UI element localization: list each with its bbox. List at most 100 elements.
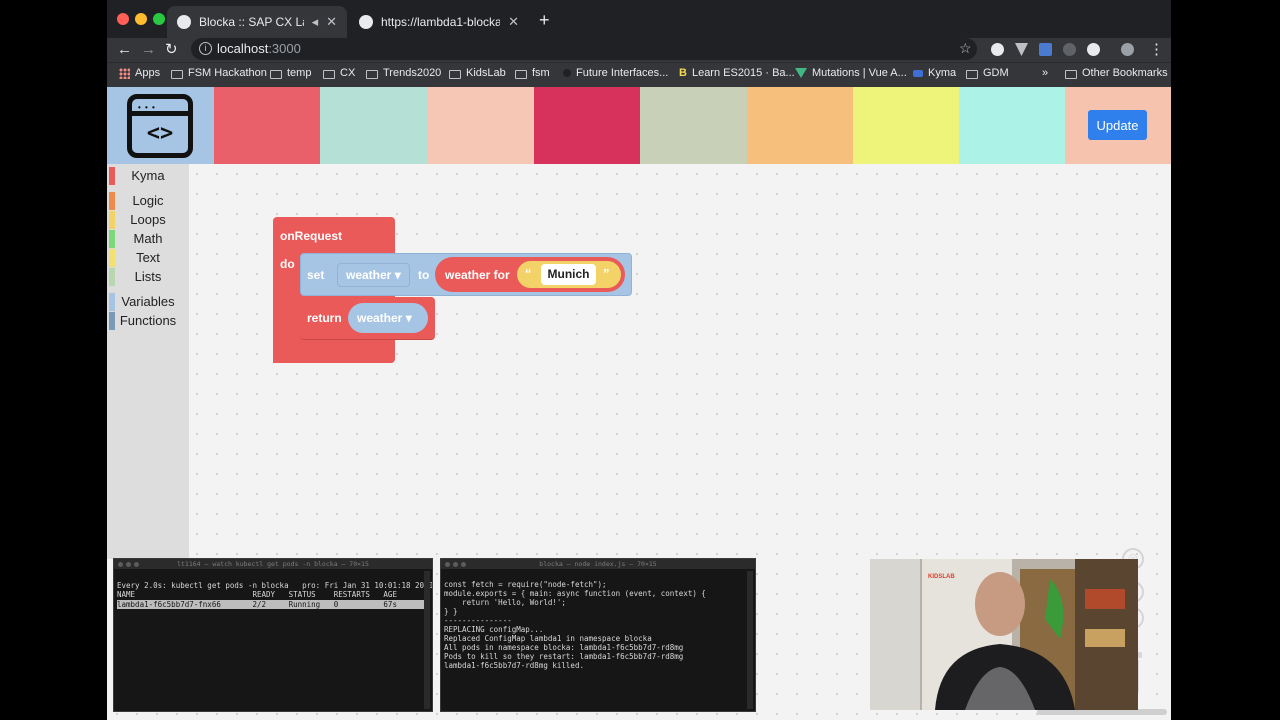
- extension-icon[interactable]: [991, 43, 1004, 56]
- category-label: Kyma: [131, 168, 165, 183]
- category-label: Loops: [130, 212, 166, 227]
- page-icon: [563, 69, 571, 77]
- globe-icon: [359, 15, 373, 29]
- close-tab-icon[interactable]: ✕: [508, 14, 519, 30]
- bookmark-temp[interactable]: temp: [270, 67, 311, 79]
- terminal-line: Pods to kill so they restart: lambda1-f6…: [444, 652, 684, 661]
- weather-for-block[interactable]: weather for “ Munich ”: [435, 257, 625, 292]
- bookmark-trends2020[interactable]: Trends2020: [366, 67, 441, 79]
- category-label: Math: [133, 231, 163, 246]
- tab-label: https://lambda1-blocka.flumen: [381, 15, 501, 29]
- terminal-line: REPLACING configMap...: [444, 625, 544, 634]
- reload-icon[interactable]: ↻: [165, 40, 178, 60]
- variable-getter-block[interactable]: weather ▾: [348, 303, 428, 333]
- bookmark-overflow[interactable]: »: [1042, 67, 1048, 79]
- terminal-titlebar: lt1164 — watch kubectl get pods -n block…: [114, 559, 432, 569]
- toolbox-category-math[interactable]: Math: [107, 230, 189, 248]
- category-swatch: [109, 192, 115, 210]
- text-input[interactable]: Munich: [541, 264, 596, 285]
- bookmark-label: fsm: [532, 67, 550, 79]
- webcam-frame: [870, 559, 1138, 710]
- close-quote-icon: ”: [603, 266, 610, 281]
- terminal-line: All pods in namespace blocka: lambda1-f6…: [444, 643, 684, 652]
- color-stripe: [853, 87, 959, 164]
- update-button[interactable]: Update: [1088, 110, 1147, 140]
- menu-icon[interactable]: ⋮: [1149, 40, 1164, 60]
- toolbox-category-loops[interactable]: Loops: [107, 211, 189, 229]
- bookmark-mutations-vue[interactable]: Mutations | Vue A...: [795, 67, 907, 79]
- close-tab-icon[interactable]: ✕: [326, 14, 337, 30]
- info-icon[interactable]: i: [199, 42, 212, 55]
- vue-devtools-icon[interactable]: [1015, 43, 1028, 56]
- chevron-down-icon: ▾: [394, 268, 401, 282]
- bookmark-kidslab[interactable]: KidsLab: [449, 67, 506, 79]
- bookmark-gdm[interactable]: GDM: [966, 67, 1009, 79]
- tab-blocka[interactable]: Blocka :: SAP CX Labs ◂ ✕: [167, 6, 347, 38]
- category-swatch: [109, 312, 115, 330]
- bookmark-apps[interactable]: Apps: [119, 67, 160, 79]
- set-label: set: [307, 268, 325, 282]
- terminal-scrollbar[interactable]: [424, 571, 430, 709]
- terminal-line: NAME READY STATUS RESTARTS AGE: [117, 590, 397, 599]
- extension-icon[interactable]: [1063, 43, 1076, 56]
- toolbox-category-lists[interactable]: Lists: [107, 268, 189, 286]
- toolbox-category-logic[interactable]: Logic: [107, 192, 189, 210]
- forward-icon[interactable]: →: [141, 40, 156, 60]
- terminal-line: const fetch = require("node-fetch");: [444, 580, 607, 589]
- bookmark-star-icon[interactable]: ☆: [959, 40, 972, 57]
- color-stripe: [640, 87, 747, 164]
- terminal-titlebar: blocka — node index.js — 70×15: [441, 559, 755, 569]
- category-swatch: [109, 230, 115, 248]
- bookmark-fsm-hackathon[interactable]: FSM Hackathon: [171, 67, 267, 79]
- do-label: do: [280, 257, 295, 271]
- bookmark-label: KidsLab: [466, 67, 506, 79]
- bookmark-other[interactable]: Other Bookmarks: [1065, 67, 1168, 79]
- color-stripe: [747, 87, 853, 164]
- address-bar[interactable]: i localhost:3000: [191, 38, 977, 60]
- extension-icon[interactable]: [1039, 43, 1052, 56]
- bookmark-cx[interactable]: CX: [323, 67, 355, 79]
- category-label: Logic: [132, 193, 164, 208]
- screen: Blocka :: SAP CX Labs ◂ ✕ https://lambda…: [107, 0, 1171, 720]
- bookmark-fsm[interactable]: fsm: [515, 67, 550, 79]
- terminal-scrollbar[interactable]: [747, 571, 753, 709]
- back-icon[interactable]: ←: [117, 40, 132, 60]
- category-swatch: [109, 293, 115, 311]
- close-window-icon[interactable]: [117, 13, 129, 25]
- folder-icon: [323, 69, 335, 79]
- bookmark-label: CX: [340, 67, 356, 79]
- bookmark-label: Learn ES2015 · Ba...: [691, 67, 795, 79]
- terminal-line: Every 2.0s: kubectl get pods -n blocka p…: [117, 580, 433, 590]
- category-label: Variables: [121, 294, 175, 309]
- tab-lambda[interactable]: https://lambda1-blocka.flumen ✕: [349, 6, 529, 38]
- toolbox-category-functions[interactable]: Functions: [107, 312, 189, 330]
- to-label: to: [418, 268, 430, 282]
- folder-icon: [966, 69, 978, 79]
- category-label: Functions: [119, 313, 177, 328]
- color-stripe: [427, 87, 534, 164]
- folder-icon: [515, 69, 527, 79]
- bookmark-future-interfaces[interactable]: Future Interfaces...: [563, 67, 668, 79]
- bookmark-kyma[interactable]: Kyma: [913, 67, 956, 79]
- set-variable-block[interactable]: set weather ▾ to weather for “ Munich ”: [300, 253, 632, 296]
- bookmark-label: Apps: [135, 67, 161, 79]
- minimize-window-icon[interactable]: [135, 13, 147, 25]
- category-label: Text: [136, 250, 160, 265]
- variable-dropdown[interactable]: weather ▾: [337, 263, 410, 287]
- maximize-window-icon[interactable]: [153, 13, 165, 25]
- toolbox-category-variables[interactable]: Variables: [107, 293, 189, 311]
- return-block[interactable]: return weather ▾: [300, 297, 435, 340]
- toolbox-category-text[interactable]: Text: [107, 249, 189, 267]
- bookmark-learn-es2015[interactable]: B Learn ES2015 · Ba...: [679, 67, 795, 79]
- poster-text: KIDSLAB: [928, 574, 955, 580]
- category-swatch: [109, 211, 115, 229]
- category-swatch: [109, 167, 115, 185]
- new-tab-icon[interactable]: +: [539, 10, 550, 31]
- extension-icon[interactable]: [1087, 43, 1100, 56]
- terminal-line: return 'Hello, World!';: [444, 598, 566, 607]
- mute-icon[interactable]: ◂: [312, 14, 319, 30]
- toolbox-category-kyma[interactable]: Kyma: [107, 167, 189, 185]
- profile-avatar[interactable]: [1121, 43, 1134, 56]
- text-block[interactable]: “ Munich ”: [517, 261, 621, 288]
- bookmark-label: Mutations | Vue A...: [812, 67, 907, 79]
